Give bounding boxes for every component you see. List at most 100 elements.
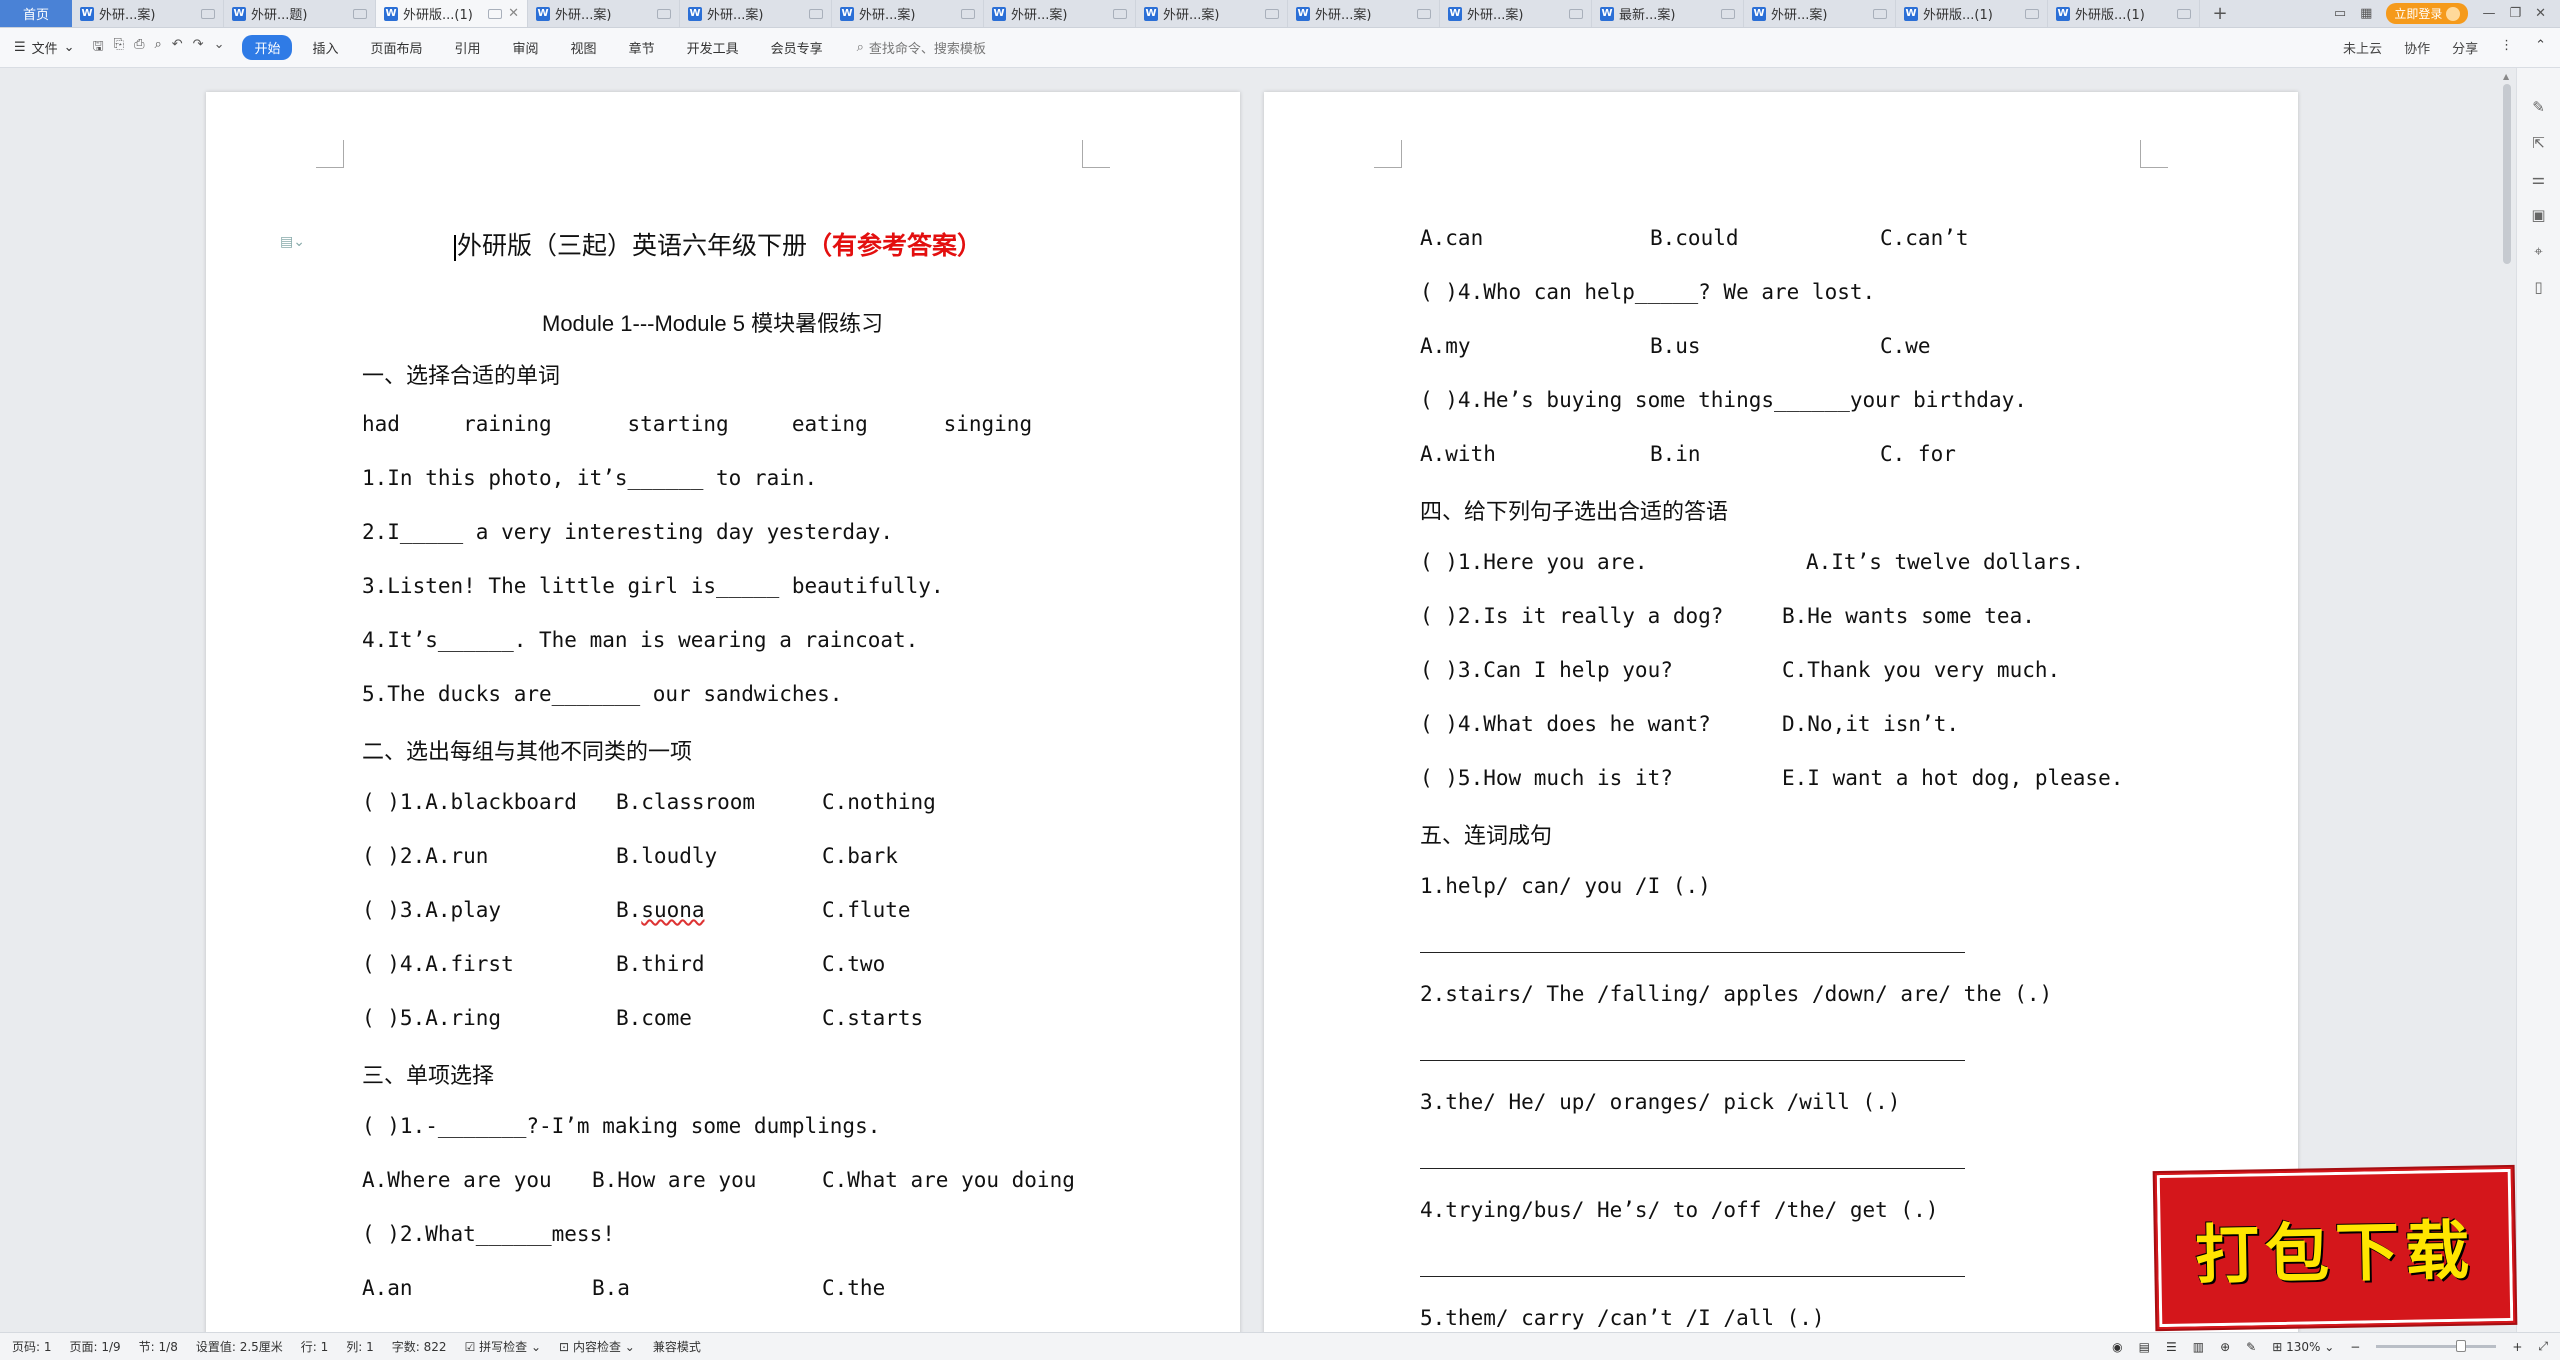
option-a: A.Where are you	[362, 1168, 552, 1192]
zoom-out-icon[interactable]: −	[2350, 1340, 2360, 1354]
doc-tab[interactable]: W 外研...案)	[680, 0, 832, 27]
option-a: A.can	[1420, 226, 1484, 250]
cloud-sync-button[interactable]: 未上云	[2343, 38, 2382, 57]
doc-tab[interactable]: W 外研...案)	[1744, 0, 1896, 27]
doc-tab[interactable]: W 外研...案)	[1136, 0, 1288, 27]
export-icon[interactable]: ⎘	[114, 37, 124, 59]
sentence-prompt: 3.the/ He/ up/ oranges/ pick /will (.)	[1420, 1090, 1901, 1114]
collaborate-button[interactable]: 协作	[2404, 38, 2430, 57]
page-view-icon[interactable]: ▤	[2139, 1340, 2150, 1354]
undo-icon[interactable]: ↶	[172, 37, 183, 59]
new-tab-button[interactable]: +	[2200, 0, 2240, 27]
text-cursor	[454, 234, 456, 261]
tab-view[interactable]: 视图	[559, 35, 609, 60]
fullscreen-icon[interactable]: ⤢	[2538, 1339, 2548, 1354]
tab-insert[interactable]: 插入	[300, 35, 350, 60]
tab-developer[interactable]: 开发工具	[675, 35, 751, 60]
status-words[interactable]: 字数: 822	[392, 1338, 447, 1355]
location-icon[interactable]: ⌖	[2534, 242, 2542, 260]
write-view-icon[interactable]: ✎	[2246, 1340, 2256, 1354]
answer-line	[1420, 1060, 1965, 1061]
option-b: B.suona	[616, 898, 705, 922]
window-icon	[488, 8, 503, 19]
download-stamp[interactable]: 打包下载	[2154, 1166, 2516, 1330]
vertical-scrollbar[interactable]: ▲	[2500, 68, 2514, 1332]
zoom-slider[interactable]	[2376, 1340, 2497, 1352]
zoom-slider-knob[interactable]	[2456, 1340, 2467, 1352]
spellcheck-toggle[interactable]: ☑ 拼写检查 ⌄	[465, 1338, 541, 1355]
tab-section[interactable]: 章节	[617, 35, 667, 60]
print-icon[interactable]: ⎙	[134, 37, 144, 59]
home-tab[interactable]: 首页	[0, 0, 72, 27]
content-check-icon: ⊡	[559, 1340, 570, 1354]
margin-marker	[316, 140, 344, 168]
match-answer: B.He wants some tea.	[1782, 604, 2035, 628]
match-answer: C.Thank you very much.	[1782, 658, 2061, 682]
document-canvas[interactable]: ▤⌄ 外研版（三起）英语六年级下册（有参考答案） Module 1---Modu…	[0, 68, 2560, 1332]
layout-icon[interactable]: ▭	[2334, 6, 2346, 21]
doc-tab[interactable]: W 外研...案)	[984, 0, 1136, 27]
option-c: C.flute	[822, 898, 911, 922]
customize-icon[interactable]: ⌄	[214, 37, 225, 59]
redo-icon[interactable]: ↷	[193, 37, 204, 59]
file-menu[interactable]: ☰ 文件 ⌄	[14, 38, 75, 57]
tab-review[interactable]: 审阅	[501, 35, 551, 60]
doc-tab[interactable]: W 外研...案)	[1440, 0, 1592, 27]
status-pages[interactable]: 页面: 1/9	[70, 1338, 121, 1355]
close-window-icon[interactable]: ✕	[2535, 6, 2546, 21]
tab-page-layout[interactable]: 页面布局	[359, 35, 435, 60]
tab-references[interactable]: 引用	[443, 35, 493, 60]
scroll-up-icon[interactable]: ▲	[2503, 72, 2509, 81]
zoom-level[interactable]: ⊞ 130% ⌄	[2272, 1340, 2334, 1354]
spellcheck-word[interactable]: suona	[641, 898, 704, 922]
doc-tab[interactable]: W 最新...案)	[1592, 0, 1744, 27]
pen-icon[interactable]: ✎	[2532, 98, 2545, 116]
doc-tab[interactable]: W 外研版...(1)	[2048, 0, 2200, 27]
select-icon[interactable]: ⇱	[2532, 134, 2545, 152]
match-answer: D.No,it isn’t.	[1782, 712, 1960, 736]
outline-view-icon[interactable]: ☰	[2166, 1340, 2177, 1354]
doc-tab[interactable]: W 外研...案)	[1288, 0, 1440, 27]
scrollbar-thumb[interactable]	[2503, 84, 2511, 264]
doc-tab-label: 外研版...(1)	[2075, 8, 2145, 23]
web-view-icon[interactable]: ⊕	[2220, 1340, 2230, 1354]
doc-tab[interactable]: W 外研...案)	[528, 0, 680, 27]
book-icon[interactable]: ▯	[2534, 278, 2542, 296]
window-icon	[657, 8, 671, 19]
match-question: ( )1.Here you are.	[1420, 550, 1648, 574]
option-b: B.loudly	[616, 844, 718, 868]
login-button[interactable]: 立即登录	[2386, 3, 2469, 24]
zoom-label: 130%	[2286, 1339, 2321, 1354]
tab-member[interactable]: 会员专享	[759, 35, 835, 60]
content-check-toggle[interactable]: ⊡ 内容检查 ⌄	[559, 1338, 635, 1355]
adjust-icon[interactable]: ⚌	[2532, 170, 2545, 188]
save-icon[interactable]: 🖫	[93, 37, 104, 59]
paragraph-icon[interactable]: ▤⌄	[280, 234, 305, 250]
command-search[interactable]: ⌕ 查找命令、搜索模板	[857, 38, 986, 57]
tab-bar: 首页 W 外研...案) W 外研...题) W 外研版...(1) ✕ W 外研...案…	[0, 0, 2560, 28]
option-b: B.How are you	[592, 1168, 757, 1192]
tab-home[interactable]: 开始	[242, 35, 293, 60]
collapse-icon[interactable]: ⌃	[2535, 38, 2546, 57]
share-button[interactable]: 分享	[2452, 38, 2478, 57]
option-b: B.a	[592, 1276, 630, 1300]
doc-tab[interactable]: W 外研...题)	[224, 0, 376, 27]
close-icon[interactable]: ✕	[508, 6, 519, 21]
more-icon[interactable]: ⋮	[2500, 38, 2513, 57]
document-page[interactable]: A.can B.could C.can’t ( )4.Who can help_…	[1264, 92, 2298, 1332]
document-page[interactable]: ▤⌄ 外研版（三起）英语六年级下册（有参考答案） Module 1---Modu…	[206, 92, 1240, 1332]
restore-icon[interactable]: ❐	[2509, 6, 2521, 21]
image-icon[interactable]: ▣	[2531, 206, 2545, 224]
minimize-icon[interactable]: —	[2482, 6, 2495, 21]
doc-tab[interactable]: W 外研...案)	[72, 0, 224, 27]
doc-tab[interactable]: W 外研...案)	[832, 0, 984, 27]
grid-icon[interactable]: ▦	[2360, 6, 2372, 21]
doc-tab-active[interactable]: W 外研版...(1) ✕	[376, 0, 528, 27]
doc-tab[interactable]: W 外研版...(1)	[1896, 0, 2048, 27]
read-view-icon[interactable]: ▥	[2193, 1340, 2204, 1354]
answer-line	[1420, 952, 1965, 953]
doc-tab-label: 外研版...(1)	[1923, 8, 1993, 23]
zoom-in-icon[interactable]: +	[2512, 1340, 2522, 1354]
preview-icon[interactable]: ⌕	[154, 37, 161, 59]
eye-icon[interactable]: ◉	[2112, 1340, 2122, 1354]
